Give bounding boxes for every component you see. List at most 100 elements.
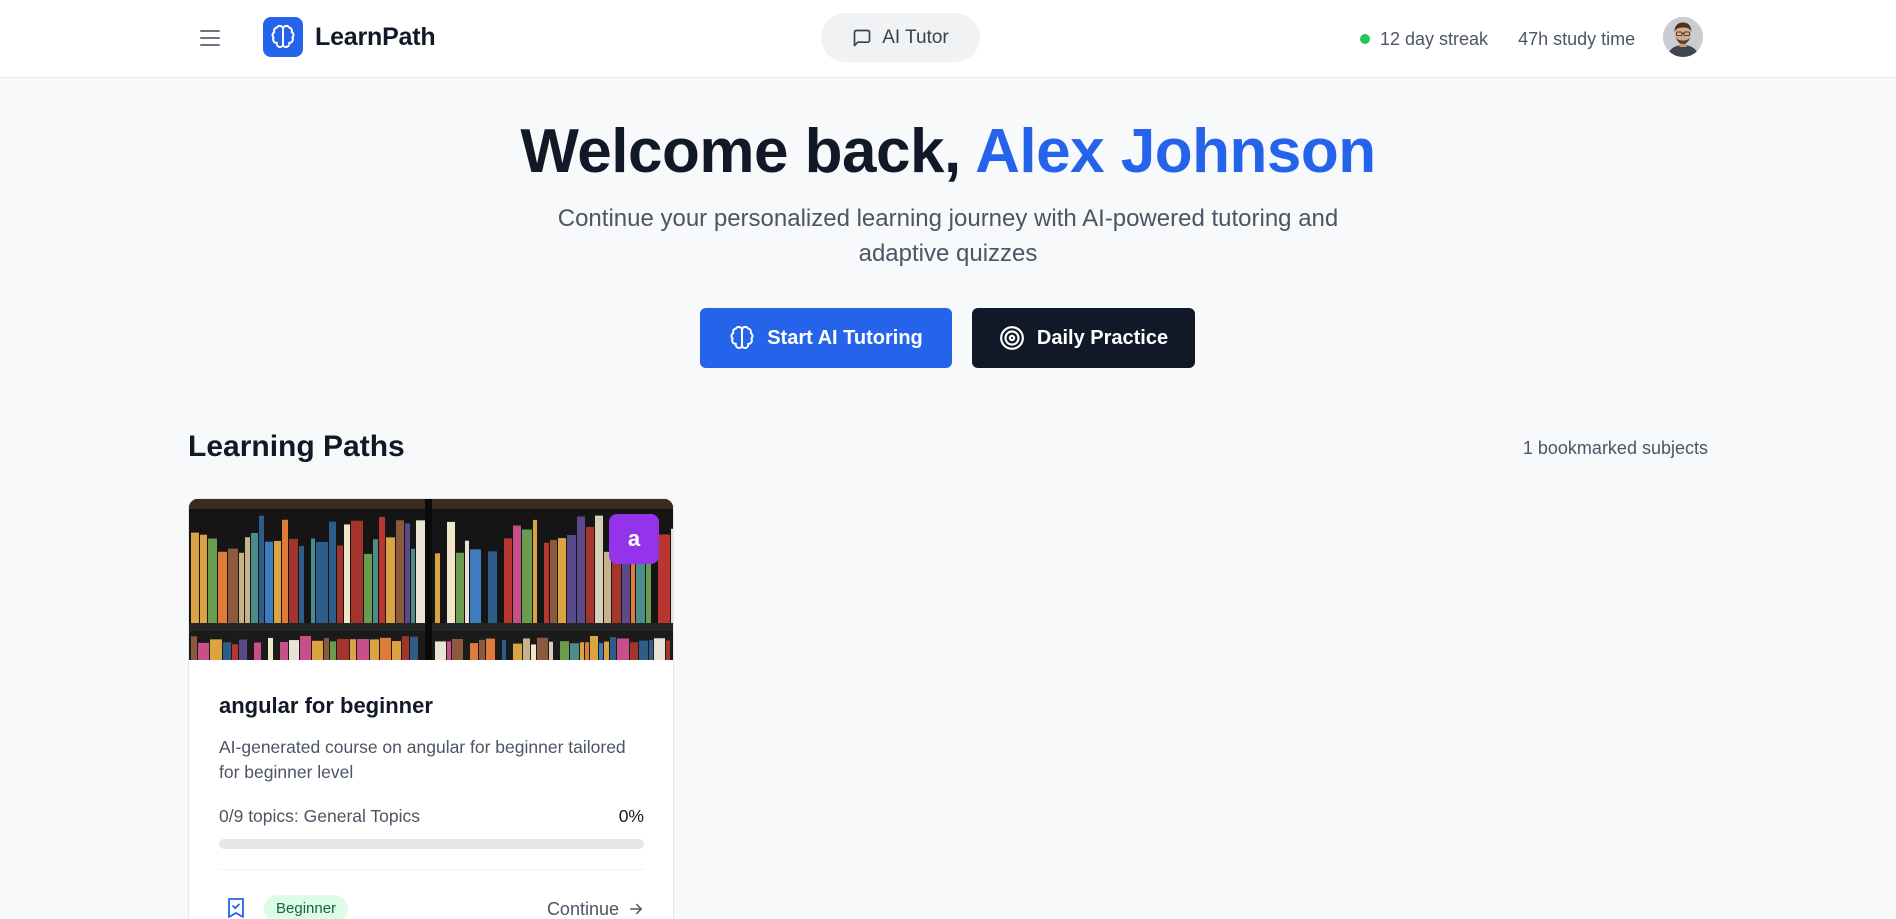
book-spine: [268, 637, 273, 660]
book-spine: [324, 637, 329, 660]
book-spine: [447, 521, 455, 623]
book-spine: [228, 548, 238, 623]
book-spine: [245, 537, 250, 623]
user-stats: 12 day streak 47h study time: [1360, 26, 1635, 52]
book-spine: [654, 638, 665, 660]
book-spine: [604, 551, 611, 623]
daily-practice-label: Daily Practice: [1036, 326, 1169, 349]
book-spine: [379, 516, 385, 623]
menu-icon[interactable]: [198, 26, 222, 50]
book-spine: [396, 520, 404, 623]
book-spine: [311, 538, 315, 623]
book-spine: [558, 538, 566, 623]
book-spine: [218, 551, 227, 623]
book-spine: [289, 538, 298, 623]
daily-practice-button[interactable]: Daily Practice: [972, 308, 1195, 368]
logo[interactable]: LearnPath: [263, 17, 436, 57]
book-spine: [299, 545, 304, 623]
book-spine: [580, 642, 584, 660]
book-spine: [411, 548, 415, 623]
book-spine: [416, 520, 425, 623]
book-spine: [452, 638, 463, 660]
avatar[interactable]: [1663, 17, 1703, 57]
book-spine: [223, 642, 231, 660]
book-spine: [549, 641, 553, 660]
book-spine: [537, 637, 548, 660]
book-spine: [522, 529, 532, 623]
book-spine: [523, 638, 530, 660]
book-spine: [300, 635, 311, 660]
book-spine: [265, 541, 273, 623]
book-spine: [316, 541, 328, 623]
book-spine: [447, 641, 451, 660]
book-spine: [239, 552, 244, 623]
book-spine: [289, 640, 299, 660]
continue-button[interactable]: Continue: [539, 896, 645, 919]
book-spine: [586, 526, 594, 623]
book-spine: [502, 640, 506, 660]
book-spine: [567, 535, 576, 623]
level-badge: Beginner: [264, 895, 349, 919]
course-card[interactable]: a angular for beginner AI-generated cour…: [188, 498, 674, 919]
book-spine: [531, 644, 536, 660]
book-spine: [282, 519, 288, 623]
progress-percent: 0%: [618, 806, 644, 826]
arrow-right-icon: [630, 903, 642, 915]
book-spine: [200, 534, 207, 623]
book-spine: [488, 551, 497, 623]
book-spine: [337, 545, 343, 623]
top-navigation: LearnPath AI Tutor 12 day streak 47h stu…: [0, 0, 1896, 78]
book-spine: [470, 549, 481, 623]
book-spine: [599, 643, 603, 660]
book-spine: [330, 641, 336, 660]
book-spine: [312, 640, 323, 660]
book-spine: [513, 643, 522, 660]
ai-tutor-button[interactable]: AI Tutor: [821, 13, 980, 62]
brain-icon: [263, 17, 303, 57]
book-spine: [470, 643, 478, 660]
book-spine: [239, 639, 247, 660]
book-spine: [232, 644, 238, 660]
book-spine: [344, 524, 350, 623]
book-spine: [357, 639, 369, 660]
continue-label: Continue: [546, 898, 619, 919]
book-spine: [191, 636, 197, 660]
book-spine: [590, 636, 598, 660]
course-thumbnail: a: [189, 499, 673, 660]
book-spine: [595, 515, 603, 623]
book-spine: [604, 641, 609, 660]
course-badge: a: [609, 514, 659, 564]
book-spine: [210, 639, 222, 660]
book-spine: [350, 639, 356, 660]
book-spine: [570, 643, 579, 660]
book-spine: [671, 528, 673, 623]
card-divider: [219, 869, 644, 870]
book-spine: [280, 641, 288, 660]
welcome-heading: Welcome back, Alex Johnson: [0, 112, 1896, 192]
book-spine: [208, 538, 217, 623]
progress-bar: [219, 839, 644, 849]
book-spine: [386, 537, 395, 623]
book-spine: [465, 540, 469, 623]
bookmark-icon[interactable]: [226, 897, 246, 919]
target-icon: [999, 326, 1024, 350]
book-spine: [456, 552, 464, 623]
user-name: Alex Johnson: [975, 117, 1376, 186]
book-spine: [351, 520, 363, 623]
book-spine: [274, 540, 281, 623]
book-spine: [658, 534, 670, 623]
book-spine: [550, 539, 557, 623]
book-spine: [585, 642, 589, 660]
app-name: LearnPath: [315, 22, 436, 51]
book-spine: [259, 515, 264, 623]
hero-subtitle: Continue your personalized learning jour…: [557, 205, 1339, 267]
book-spine: [198, 642, 209, 660]
book-spine: [504, 538, 512, 623]
chat-icon: [853, 29, 871, 46]
book-spine: [392, 641, 401, 660]
book-spine: [479, 639, 485, 660]
start-ai-tutoring-button[interactable]: Start AI Tutoring: [700, 308, 952, 368]
book-spine: [649, 640, 653, 660]
brain-icon: [730, 326, 754, 349]
book-spine: [544, 542, 549, 623]
